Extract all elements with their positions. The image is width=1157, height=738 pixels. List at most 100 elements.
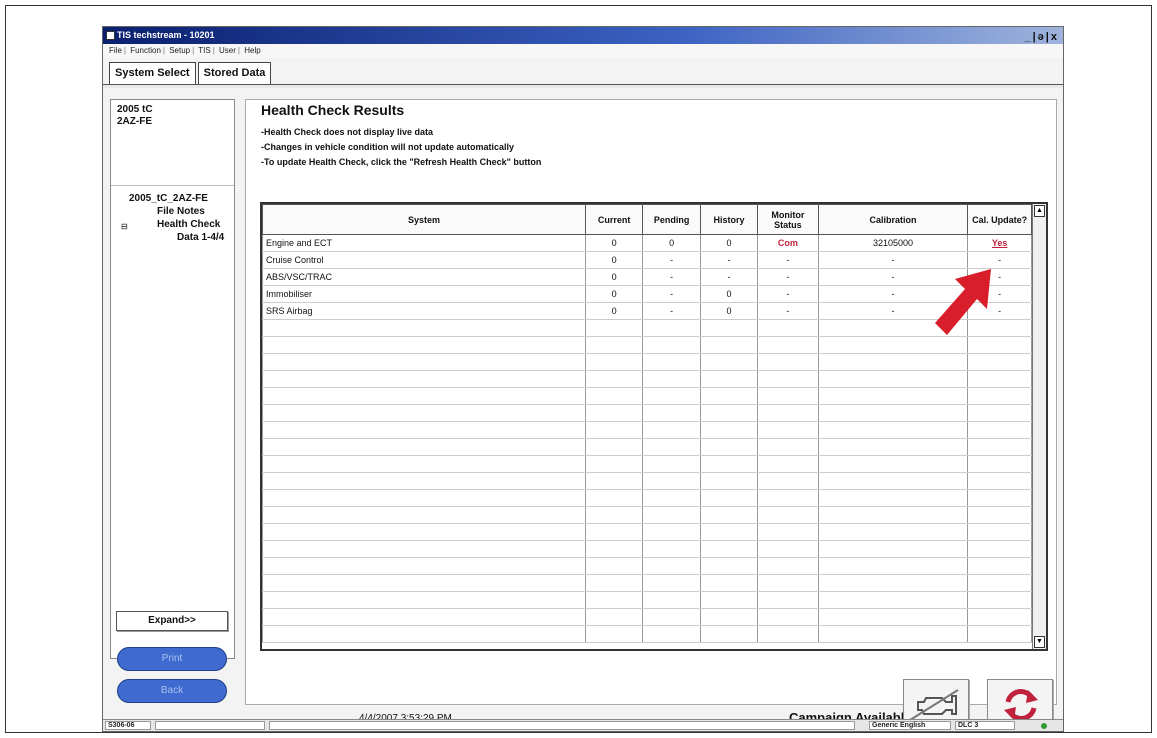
empty-cell <box>584 472 644 490</box>
empty-cell <box>817 608 969 626</box>
scroll-up-icon[interactable]: ▲ <box>1034 205 1045 217</box>
empty-cell <box>262 591 586 609</box>
empty-cell <box>817 489 969 507</box>
empty-cell <box>584 421 644 439</box>
tree-file-notes[interactable]: File Notes <box>129 205 224 218</box>
empty-cell <box>967 489 1032 507</box>
table-row[interactable]: SRS Airbag 0 - 0 - - - <box>262 302 1032 320</box>
empty-cell <box>817 591 969 609</box>
empty-cell <box>699 421 759 439</box>
empty-cell <box>584 625 644 643</box>
empty-cell <box>967 472 1032 490</box>
col-header-cal-update[interactable]: Cal. Update? <box>967 204 1032 235</box>
menu-help[interactable]: Help <box>244 46 260 55</box>
empty-row <box>262 370 1032 388</box>
empty-cell <box>967 438 1032 456</box>
empty-cell <box>757 319 819 337</box>
empty-row <box>262 608 1032 626</box>
empty-row <box>262 625 1032 643</box>
table-row[interactable]: Cruise Control 0 - - - - - <box>262 251 1032 269</box>
cell-pending: - <box>642 285 701 303</box>
empty-row <box>262 591 1032 609</box>
empty-cell <box>757 574 819 592</box>
status-language: Generic English <box>869 721 951 730</box>
cal-update-link[interactable]: Yes <box>967 234 1032 252</box>
table-row[interactable]: Immobiliser 0 - 0 - - - <box>262 285 1032 303</box>
status-empty-2 <box>269 721 855 730</box>
col-header-monitor-status[interactable]: Monitor Status <box>757 204 819 235</box>
menu-file[interactable]: File <box>109 46 122 55</box>
cell-history: - <box>699 251 759 269</box>
empty-cell <box>262 455 586 473</box>
empty-cell <box>642 574 701 592</box>
empty-cell <box>967 506 1032 524</box>
expand-button[interactable]: Expand>> <box>116 611 228 631</box>
menu-function[interactable]: Function <box>130 46 161 55</box>
empty-cell <box>817 387 969 405</box>
empty-cell <box>967 370 1032 388</box>
empty-cell <box>642 370 701 388</box>
sidebar: 2005 tC 2AZ-FE 2005_tC_2AZ-FE File Notes… <box>110 99 235 659</box>
empty-cell <box>584 591 644 609</box>
menu-user[interactable]: User <box>219 46 236 55</box>
empty-cell <box>642 319 701 337</box>
print-button[interactable]: Print <box>117 647 227 671</box>
back-button[interactable]: Back <box>117 679 227 703</box>
connection-led-icon <box>1041 723 1047 729</box>
empty-cell <box>642 608 701 626</box>
app-window: TIS techstream - 10201 _|ǝ|x File | Funct… <box>102 26 1064 732</box>
empty-cell <box>817 540 969 558</box>
vehicle-info: 2005 tC 2AZ-FE <box>117 104 153 128</box>
menu-setup[interactable]: Setup <box>169 46 190 55</box>
table-row[interactable]: ABS/VSC/TRAC 0 - - - - - <box>262 268 1032 286</box>
vehicle-engine: 2AZ-FE <box>117 116 152 127</box>
empty-cell <box>262 523 586 541</box>
col-header-calibration[interactable]: Calibration <box>817 204 969 235</box>
empty-cell <box>262 608 586 626</box>
col-header-system[interactable]: System <box>262 204 586 235</box>
empty-cell <box>262 489 586 507</box>
empty-cell <box>757 557 819 575</box>
cell-history: - <box>699 268 759 286</box>
empty-row <box>262 353 1032 371</box>
table-row[interactable]: Engine and ECT 0 0 0 Com 32105000 Yes <box>262 234 1032 252</box>
empty-cell <box>262 574 586 592</box>
cell-current: 0 <box>584 285 644 303</box>
empty-cell <box>757 421 819 439</box>
col-header-current[interactable]: Current <box>584 204 644 235</box>
col-header-history[interactable]: History <box>699 204 759 235</box>
empty-cell <box>967 608 1032 626</box>
empty-cell <box>757 370 819 388</box>
title-bar: TIS techstream - 10201 _|ǝ|x <box>103 27 1063 44</box>
tree-expander-icon[interactable]: ⊟ <box>121 220 128 233</box>
empty-cell <box>757 608 819 626</box>
empty-cell <box>699 319 759 337</box>
tree-root[interactable]: 2005_tC_2AZ-FE <box>129 192 224 205</box>
vertical-scrollbar[interactable]: ▲ ▼ <box>1032 204 1046 649</box>
empty-cell <box>584 438 644 456</box>
menu-tis[interactable]: TIS <box>198 46 210 55</box>
empty-cell <box>584 523 644 541</box>
empty-cell <box>699 387 759 405</box>
cell-current: 0 <box>584 251 644 269</box>
tab-system-select[interactable]: System Select <box>109 62 196 84</box>
empty-row <box>262 336 1032 354</box>
scroll-down-icon[interactable]: ▼ <box>1034 636 1045 648</box>
empty-cell <box>262 353 586 371</box>
col-header-pending[interactable]: Pending <box>642 204 701 235</box>
tree-health-check[interactable]: Health Check <box>129 218 224 231</box>
empty-cell <box>757 438 819 456</box>
tree-data-item[interactable]: Data 1-4/4 <box>129 231 224 244</box>
empty-cell <box>642 387 701 405</box>
note-line: -Changes in vehicle condition will not u… <box>261 142 515 152</box>
empty-cell <box>699 404 759 422</box>
cell-current: 0 <box>584 234 644 252</box>
empty-cell <box>757 540 819 558</box>
empty-cell <box>817 455 969 473</box>
empty-cell <box>967 591 1032 609</box>
cell-monitor: - <box>757 251 819 269</box>
empty-cell <box>642 472 701 490</box>
empty-cell <box>262 506 586 524</box>
empty-row <box>262 557 1032 575</box>
tab-stored-data[interactable]: Stored Data <box>197 62 272 84</box>
